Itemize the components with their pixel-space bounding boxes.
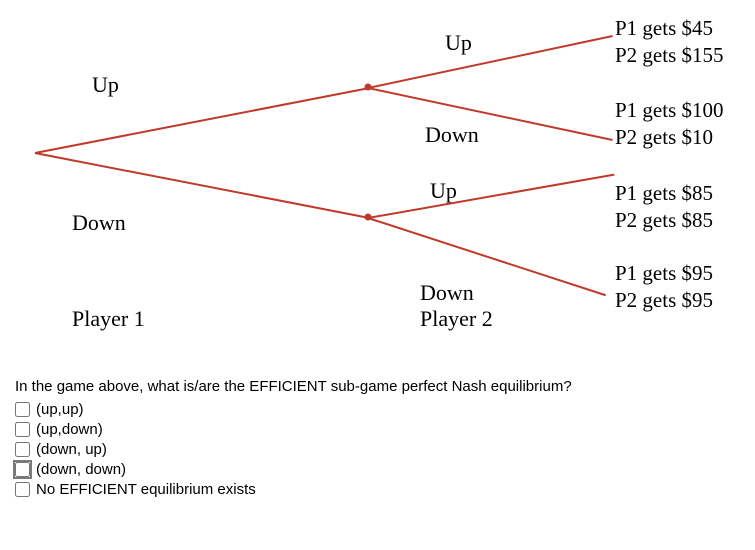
p2-top-down-label: Down [425, 122, 479, 148]
payoff-ud-p2: P2 gets $10 [615, 124, 724, 151]
option-up-down[interactable]: (up,down) [15, 421, 572, 438]
p1-name-label: Player 1 [72, 306, 145, 332]
payoff-uu-p1: P1 gets $45 [615, 15, 724, 42]
option-label: No EFFICIENT equilibrium exists [36, 481, 256, 498]
p2-top-up-label: Up [445, 30, 472, 56]
p2-name-label: Player 2 [420, 306, 493, 332]
p2-bot-down-branch [368, 217, 606, 296]
option-label: (up,up) [36, 401, 84, 418]
option-up-up[interactable]: (up,up) [15, 401, 572, 418]
question-text: In the game above, what is/are the EFFIC… [15, 378, 572, 395]
option-down-down[interactable]: (down, down) [15, 461, 572, 478]
checkbox-up-up[interactable] [15, 402, 30, 417]
checkbox-up-down[interactable] [15, 422, 30, 437]
question-area: In the game above, what is/are the EFFIC… [15, 378, 572, 501]
payoff-du-p1: P1 gets $85 [615, 180, 713, 207]
payoff-dd-p1: P1 gets $95 [615, 260, 713, 287]
p2-bot-up-branch [368, 174, 614, 219]
option-label: (down, down) [36, 461, 126, 478]
checkbox-none[interactable] [15, 482, 30, 497]
payoff-uu-p2: P2 gets $155 [615, 42, 724, 69]
checkbox-down-up[interactable] [15, 442, 30, 457]
p2-top-down-branch [368, 87, 613, 140]
p1-up-label: Up [92, 72, 119, 98]
p2-top-up-branch [368, 35, 613, 88]
option-label: (down, up) [36, 441, 107, 458]
option-down-up[interactable]: (down, up) [15, 441, 572, 458]
p2-bot-down-label: Down [420, 280, 474, 306]
p1-down-branch [35, 152, 369, 218]
p2-bot-up-label: Up [430, 178, 457, 204]
p1-up-branch [35, 87, 369, 153]
payoff-ud-p1: P1 gets $100 [615, 97, 724, 124]
game-tree-diagram: Up Down Player 1 Up Down Up Down Player … [0, 0, 755, 360]
p1-down-label: Down [72, 210, 126, 236]
option-none[interactable]: No EFFICIENT equilibrium exists [15, 481, 572, 498]
payoff-du-p2: P2 gets $85 [615, 207, 713, 234]
payoff-dd: P1 gets $95 P2 gets $95 [615, 260, 713, 315]
checkbox-down-down[interactable] [15, 462, 30, 477]
payoff-uu: P1 gets $45 P2 gets $155 [615, 15, 724, 70]
payoff-du: P1 gets $85 P2 gets $85 [615, 180, 713, 235]
payoff-ud: P1 gets $100 P2 gets $10 [615, 97, 724, 152]
option-label: (up,down) [36, 421, 103, 438]
payoff-dd-p2: P2 gets $95 [615, 287, 713, 314]
